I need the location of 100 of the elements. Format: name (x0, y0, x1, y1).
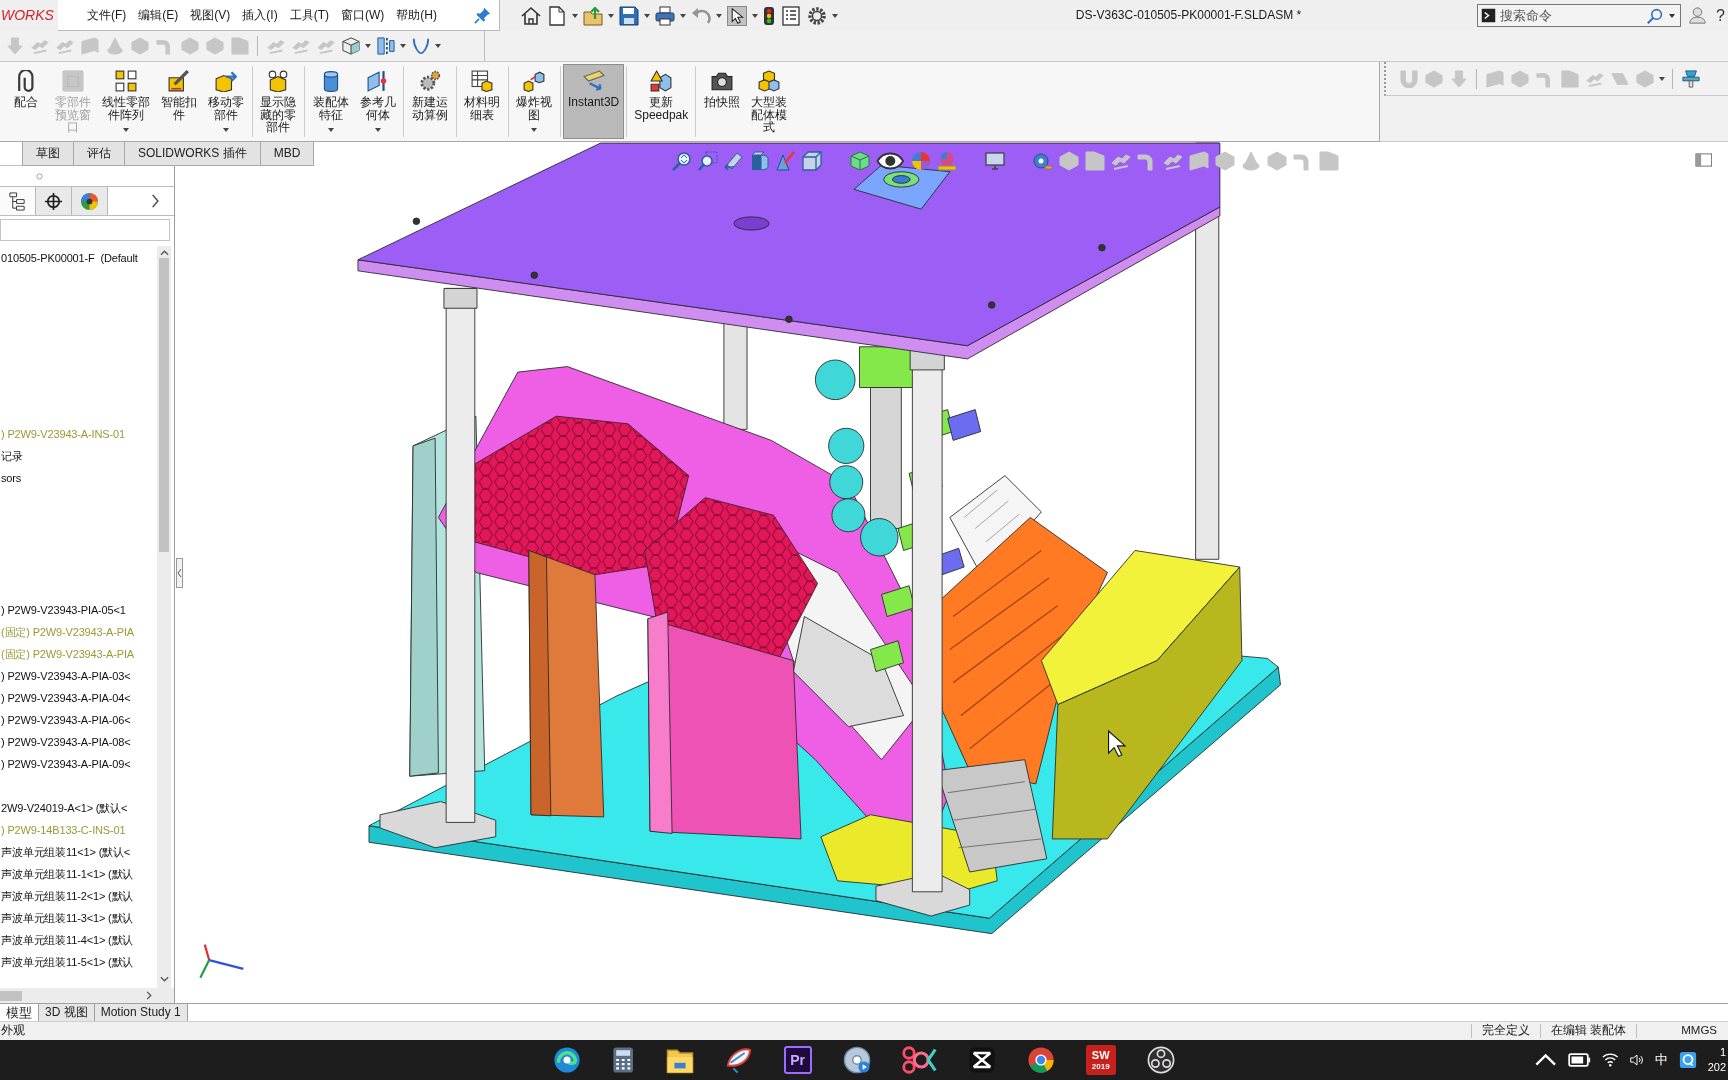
folder-arrow-icon[interactable] (583, 5, 603, 26)
scroll-up-icon[interactable] (159, 250, 169, 256)
page-icon[interactable] (547, 5, 567, 26)
caret-icon[interactable] (374, 128, 381, 132)
tree-item[interactable]: 声波单元组装11-1<1> (默认 (0, 863, 157, 885)
shaded-cube-icon[interactable] (850, 151, 870, 171)
tree-item[interactable]: 2W9-V24019-A<1> (默认< (0, 797, 157, 819)
command-button[interactable]: 爆炸视图 (510, 64, 558, 139)
scroll-down-icon[interactable] (159, 976, 169, 982)
stamp-tool-icon[interactable] (1681, 69, 1700, 88)
tricolor-circle-icon[interactable] (1026, 1046, 1055, 1074)
split-panel-icon[interactable] (1694, 153, 1712, 167)
view-cube-icon[interactable] (802, 151, 822, 171)
home-icon[interactable] (521, 5, 541, 26)
command-button[interactable]: 参考几何体 (354, 64, 402, 139)
tree-item[interactable]: 声波单元组装11-4<1> (默认 (0, 929, 157, 951)
speaker-icon[interactable] (1629, 1053, 1644, 1067)
menu-item[interactable]: 文件(F) (87, 7, 127, 23)
caret-icon[interactable] (122, 128, 129, 132)
tape-measure-icon[interactable] (1032, 151, 1053, 171)
vertical-scrollbar[interactable] (157, 246, 171, 988)
terminal-icon[interactable] (1481, 8, 1497, 23)
caret-icon[interactable] (531, 128, 538, 132)
command-button[interactable]: 显示隐藏的零部件 (254, 64, 302, 139)
caret-icon[interactable] (680, 13, 686, 18)
swirl-app-icon[interactable] (553, 1046, 582, 1074)
tab[interactable]: Motion Study 1 (94, 1004, 188, 1021)
color-ball-icon[interactable] (80, 191, 99, 211)
taskbar-clock[interactable]: 1 202 (1707, 1045, 1728, 1075)
tree-item[interactable]: ) P2W9-V23943-A-PIA-03< (0, 665, 157, 687)
document-list-icon[interactable] (781, 5, 801, 26)
ring-tile-icon[interactable] (1678, 1051, 1697, 1069)
caret-icon[interactable] (400, 44, 406, 48)
scroll-right-icon[interactable] (146, 991, 152, 1000)
tab[interactable]: 3D 视图 (39, 1004, 95, 1021)
input-method-indicator[interactable]: 中 (1654, 1052, 1668, 1068)
tree-item[interactable]: 声波单元组装11-5<1> (默认 (0, 951, 157, 973)
chevron-up-icon[interactable] (1533, 1053, 1557, 1067)
tab[interactable]: SOLIDWORKS 插件 (125, 142, 261, 166)
zoom-fit-icon[interactable] (672, 151, 692, 171)
pointer-icon[interactable] (727, 5, 747, 26)
eye-icon[interactable] (876, 151, 905, 171)
caret-icon[interactable] (435, 44, 441, 48)
menu-item[interactable]: 工具(T) (289, 7, 329, 23)
caret-icon[interactable] (1669, 13, 1676, 18)
tree-item[interactable]: 记录 (0, 445, 157, 467)
horizontal-scrollbar[interactable] (0, 988, 174, 1003)
command-button[interactable]: 拍快照 (698, 64, 746, 139)
search-field[interactable]: 搜索命令 (1500, 6, 1641, 25)
tab[interactable]: 评估 (74, 142, 125, 166)
menu-item[interactable]: 编辑(E) (138, 7, 179, 23)
command-button[interactable]: 移动零部件 (202, 64, 250, 139)
tree-item[interactable]: 声波单元组装11-3<1> (默认 (0, 907, 157, 929)
command-button[interactable]: 装配体特征 (306, 64, 355, 139)
tree-item[interactable]: 010505-PK00001-F (Default (0, 247, 157, 269)
tree-item[interactable]: sors (0, 467, 157, 489)
tree-list-icon[interactable] (8, 191, 27, 211)
tab[interactable]: MBD (260, 142, 315, 166)
calculator-icon[interactable] (612, 1046, 635, 1074)
search-bar[interactable]: 搜索命令 (1477, 4, 1682, 27)
rings-chevron-icon[interactable] (901, 1046, 937, 1074)
caret-icon[interactable] (608, 13, 614, 18)
command-button[interactable]: Instant3D (562, 64, 625, 139)
menu-item[interactable]: 帮助(H) (396, 7, 437, 23)
help-button[interactable]: ? (1716, 5, 1725, 26)
tree-item[interactable]: ) P2W9-V23943-PIA-05<1 (0, 599, 157, 621)
zoom-area-icon[interactable] (698, 151, 718, 171)
caret-icon[interactable] (572, 13, 578, 18)
filter-field[interactable] (0, 219, 170, 241)
section-view-icon[interactable] (750, 151, 770, 171)
pin-icon[interactable] (474, 6, 491, 24)
pencil-triangle-icon[interactable] (776, 151, 796, 171)
caret-icon[interactable] (223, 128, 230, 132)
feather-app-icon[interactable] (724, 1046, 753, 1074)
menu-item[interactable]: 插入(I) (242, 7, 278, 23)
collapse-handle-icon[interactable] (176, 558, 183, 588)
command-button[interactable]: 新建运动算例 (406, 64, 454, 139)
menu-item[interactable]: 视图(V) (190, 7, 231, 23)
tree-item[interactable]: 声波单元组装11<1> (默认< (0, 841, 157, 863)
crosshair-icon[interactable] (44, 191, 63, 211)
caret-icon[interactable] (644, 13, 650, 18)
command-button[interactable]: 线性零部件阵列 (96, 64, 156, 139)
splitter-grip-icon[interactable] (36, 172, 43, 180)
chevron-right-icon[interactable] (149, 194, 160, 208)
tree-item[interactable]: ) P2W9-V23943-A-PIA-08< (0, 731, 157, 753)
wifi-icon[interactable] (1602, 1053, 1619, 1067)
battery-icon[interactable] (1567, 1053, 1592, 1067)
command-button[interactable]: 智能扣件 (155, 64, 203, 139)
scene-sphere-icon[interactable] (936, 151, 957, 171)
tree-item[interactable]: ) P2W9-V23943-A-PIA-04< (0, 687, 157, 709)
color-sphere-icon[interactable] (910, 151, 931, 171)
command-button[interactable]: 大型装配体模式 (745, 64, 793, 139)
scrollbar-thumb[interactable] (159, 258, 169, 552)
command-button[interactable]: 更新 Speedpak (629, 64, 694, 139)
settings-icon[interactable] (807, 5, 827, 26)
menu-item[interactable]: 窗口(W) (341, 7, 385, 23)
curve-icon[interactable] (411, 37, 430, 55)
caret-icon[interactable] (832, 13, 838, 18)
disc-play-icon[interactable] (842, 1046, 871, 1074)
hourglass-app-icon[interactable] (967, 1046, 996, 1074)
